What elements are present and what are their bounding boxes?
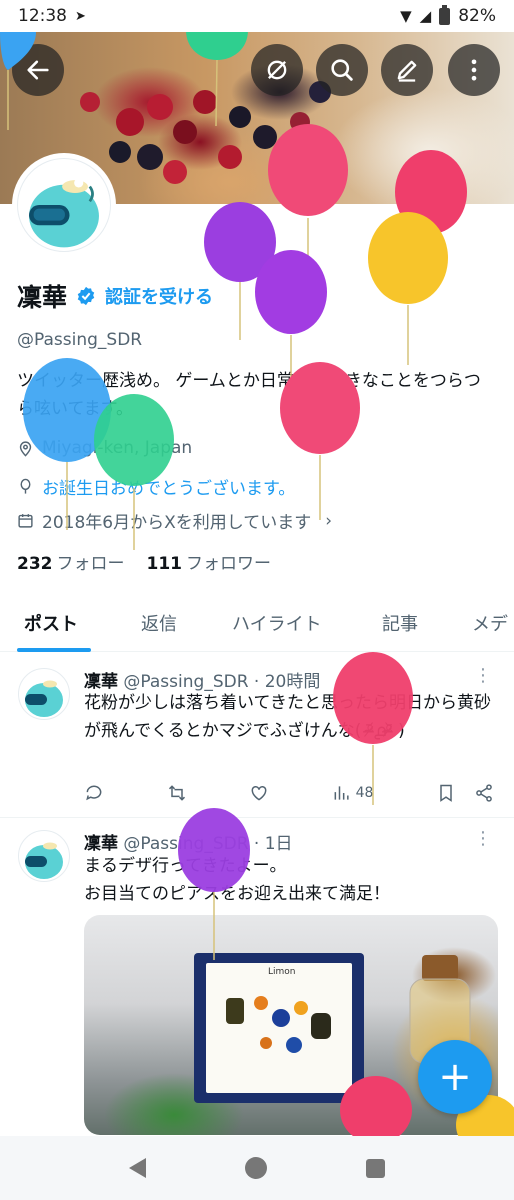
retweet-icon (168, 785, 185, 801)
wifi-icon: ▼ (400, 7, 412, 25)
balloon (204, 202, 276, 340)
tweet-actions: 48 (84, 783, 494, 803)
heart-icon (251, 785, 267, 801)
profile-joined: 2018年6月からXを利用しています (42, 513, 312, 533)
profile-avatar[interactable] (12, 153, 116, 257)
edit-button[interactable] (381, 44, 433, 96)
profile-location-row: Miyagi-ken, Japan (17, 438, 192, 458)
back-button[interactable] (12, 44, 64, 96)
system-navigation-bar (0, 1136, 514, 1200)
profile-name: 凜華 (17, 283, 68, 312)
tweet-avatar[interactable] (18, 668, 70, 720)
status-bar: 12:38 ➤ ▼ ◢ 82% (0, 0, 514, 32)
like-button[interactable] (249, 783, 269, 803)
profile-tabs: ポスト 返信 ハイライト 記事 メデ (0, 596, 514, 652)
tweet-text-line: お目当てのピアスをお迎え出来て満足！ (84, 884, 390, 904)
tab-replies[interactable]: 返信 (141, 610, 177, 636)
tweet[interactable]: 凜華 @Passing_SDR · 20時間 ⋮ 花粉が少しは落ち着いてきたと思… (0, 653, 514, 817)
search-icon (331, 59, 353, 81)
calendar-icon (18, 514, 33, 528)
following-label: フォロー (56, 554, 125, 574)
tweet-handle-time: @Passing_SDR · 1日 (123, 834, 293, 854)
chevron-right-icon: › (325, 510, 333, 531)
status-time: 12:38 (18, 6, 67, 26)
avatar-image (25, 842, 63, 879)
avatar-image (29, 178, 99, 248)
tweet-more-button[interactable]: ⋮ (474, 828, 492, 849)
retweet-button[interactable] (167, 783, 187, 803)
tab-articles[interactable]: 記事 (382, 610, 418, 636)
arrow-left-icon (27, 60, 49, 80)
tweet-text: 花粉が少しは落ち着いてきたと思ったら明日から黄砂が飛んでくるとかマジでふざけんな… (84, 693, 491, 741)
pencil-icon (397, 60, 417, 82)
tab-posts[interactable]: ポスト (24, 610, 78, 636)
balloon (368, 212, 448, 365)
balloon-icon (20, 478, 31, 494)
notification-icon: ➤ (75, 8, 86, 24)
plus-icon: + (438, 1054, 472, 1100)
reply-icon (86, 785, 102, 801)
profile-handle: @Passing_SDR (17, 330, 143, 350)
system-back-icon[interactable] (129, 1158, 147, 1178)
tweet-header: 凜華 @Passing_SDR · 1日 (84, 829, 293, 854)
bookmark-button[interactable] (436, 783, 494, 803)
eye-slash-icon (267, 60, 287, 80)
battery-icon (439, 4, 451, 25)
system-recents-icon[interactable] (365, 1158, 385, 1178)
followers-link[interactable]: 111 フォロワー (147, 549, 272, 574)
bookmark-icon (440, 784, 452, 802)
more-options-button[interactable] (448, 44, 500, 96)
avatar-image (25, 680, 63, 717)
signal-icon: ◢ (419, 7, 432, 25)
profile-bio: ツイッター歴浅め。 ゲームとか日常とか好きなことをつらつら呟いてます。 (17, 371, 481, 419)
tweet-author-name[interactable]: 凜華 (84, 834, 118, 854)
followers-count: 111 (146, 554, 183, 574)
search-button[interactable] (316, 44, 368, 96)
profile-location: Miyagi-ken, Japan (42, 438, 193, 458)
views-count: 48 (355, 785, 374, 801)
profile-name-row: 凜華 認証を受ける (17, 278, 213, 314)
get-verified-link[interactable]: 認証を受ける (105, 283, 213, 309)
earring-card-image: Limon (194, 953, 364, 1103)
follow-stats: 232 フォロー 111 フォロワー (17, 549, 271, 574)
verified-badge-icon (77, 286, 95, 306)
tweet-more-button[interactable]: ⋮ (474, 665, 492, 686)
following-count: 232 (17, 554, 53, 574)
active-tab-indicator (17, 648, 91, 652)
more-vertical-icon (471, 59, 477, 81)
location-pin-icon (19, 440, 32, 457)
tweet-text-line: まるデザ行ってきたよー。 (84, 856, 287, 876)
reply-button[interactable] (84, 783, 104, 803)
system-home-icon[interactable] (244, 1157, 267, 1179)
tab-highlights[interactable]: ハイライト (232, 610, 322, 636)
tweet-text: まるデザ行ってきたよー。 お目当てのピアスをお迎え出来て満足！ (84, 852, 494, 908)
battery-percent: 82% (458, 6, 496, 26)
profile-birthday[interactable]: お誕生日おめでとうございます。 (42, 474, 295, 499)
followers-label: フォロワー (186, 554, 271, 574)
profile-joined-row[interactable]: 2018年6月からXを利用しています › (17, 508, 332, 533)
following-link[interactable]: 232 フォロー (17, 549, 125, 574)
share-icon[interactable] (474, 783, 494, 803)
views-button[interactable]: 48 (332, 783, 374, 803)
hide-button[interactable] (251, 44, 303, 96)
tab-media[interactable]: メデ (472, 610, 508, 636)
compose-post-button[interactable]: + (418, 1040, 492, 1114)
profile-birthday-row[interactable]: お誕生日おめでとうございます。 (17, 474, 295, 499)
tweet-avatar[interactable] (18, 830, 70, 882)
views-icon (334, 786, 349, 800)
